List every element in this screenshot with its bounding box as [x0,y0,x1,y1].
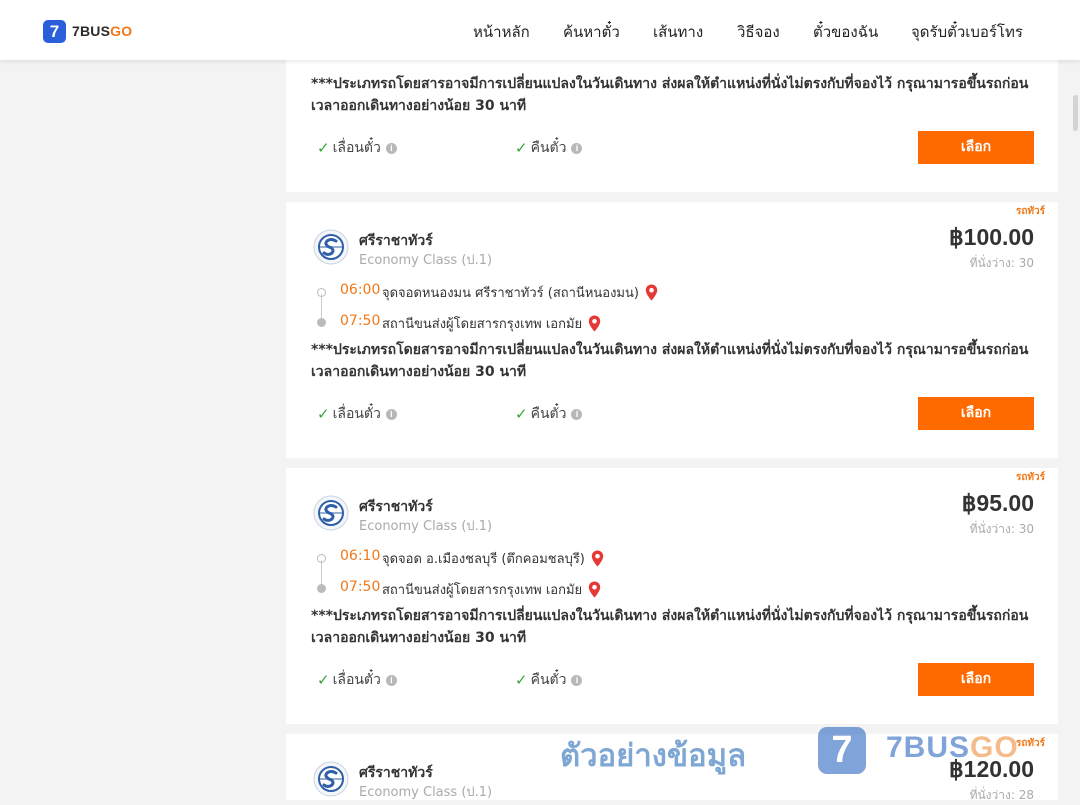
trip-note: ***ประเภทรถโดยสารอาจมีการเปลี่ยนแปลงในวั… [311,76,1029,114]
bus-class: Economy Class (ป.1) [359,785,493,800]
check-icon: ✓ [515,139,528,157]
arrival-dot [317,318,326,327]
info-icon[interactable]: i [571,674,583,686]
timeline-line [321,294,322,320]
departure-place-label: จุดจอด อ.เมืองชลบุรี (ตึกคอมชลบุรี) [382,552,585,567]
timeline-line [321,560,322,586]
departure-place-label: จุดจอดหนองมน ศรีราชาทัวร์ (สถานีหนองมน) [382,286,639,301]
info-icon[interactable]: i [385,674,397,686]
feature-refund-ticket: ✓ คืนตั๋ว i [515,669,583,691]
map-pin-icon[interactable] [645,284,658,301]
feature-label: เลื่อนตั๋ว [332,140,381,156]
feature-change-ticket: ✓ เลื่อนตั๋ว i [317,137,397,159]
logo-text: 7BUSGO [72,23,132,39]
check-icon: ✓ [515,671,528,689]
arrival-dot [317,584,326,593]
bus-class: Economy Class (ป.1) [359,519,493,534]
info-icon[interactable]: i [385,142,397,154]
feature-label: คืนตั๋ว [530,140,567,156]
trip-card: รถทัวร์ ศรีราชาทัวร์ Economy Class (ป.1)… [286,468,1058,724]
check-icon: ✓ [515,405,528,423]
operator-logo [313,495,349,531]
feature-refund-ticket: ✓ คืนตั๋ว i [515,403,583,425]
check-icon: ✓ [317,405,330,423]
info-icon[interactable]: i [571,408,583,420]
nav-routes[interactable]: เส้นทาง [653,20,703,42]
watermark-brand-part-1: 7BUS [886,731,971,764]
feature-label: คืนตั๋ว [530,672,567,688]
bus-type-tag: รถทัวร์ [1015,206,1045,217]
scrollbar-thumb[interactable] [1073,95,1078,131]
trip-price: ฿95.00 [961,490,1034,516]
logo-text-part-1: 7BUS [72,23,111,39]
map-pin-icon[interactable] [588,315,601,332]
trip-note: ***ประเภทรถโดยสารอาจมีการเปลี่ยนแปลงในวั… [311,608,1029,646]
seats-available: ที่นั่งว่าง: 28 [969,788,1034,802]
feature-change-ticket: ✓ เลื่อนตั๋ว i [317,403,397,425]
feature-refund-ticket: ✓ คืนตั๋ว i [515,137,583,159]
bus-type-tag: รถทัวร์ [1015,738,1045,749]
map-pin-icon[interactable] [591,550,604,567]
seats-available: ที่นั่งว่าง: 30 [969,522,1034,536]
feature-label: เลื่อนตั๋ว [332,406,381,422]
operator-logo [313,761,349,797]
nav-my-tickets[interactable]: ตั๋วของฉัน [813,20,878,42]
watermark-brand: 7BUSGO [886,731,1019,765]
arrival-place-label: สถานีขนส่งผู้โดยสารกรุงเทพ เอกมัย [382,583,583,598]
logo-mark: 7 [43,19,66,43]
operator-logo [313,229,349,265]
departure-time: 06:10 [340,548,381,564]
trip-note: ***ประเภทรถโดยสารอาจมีการเปลี่ยนแปลงในวั… [311,342,1029,380]
site-logo[interactable]: 7 7BUSGO [43,19,132,43]
seats-available: ที่นั่งว่าง: 30 [969,256,1034,270]
arrival-place[interactable]: สถานีขนส่งผู้โดยสารกรุงเทพ เอกมัย [382,579,601,600]
feature-change-ticket: ✓ เลื่อนตั๋ว i [317,669,397,691]
trip-card-partial: ***ประเภทรถโดยสารอาจมีการเปลี่ยนแปลงในวั… [286,40,1058,192]
trip-card: รถทัวร์ ศรีราชาทัวร์ Economy Class (ป.1)… [286,202,1058,458]
map-pin-icon[interactable] [588,581,601,598]
nav-ticket-pickup-phone[interactable]: จุดรับตั๋วเบอร์โทร [911,20,1023,42]
watermark-text: ตัวอย่างข้อมูล [560,738,747,774]
bus-type-tag: รถทัวร์ [1015,472,1045,483]
top-header: 7 7BUSGO หน้าหลัก ค้นหาตั๋ว เส้นทาง วิธี… [0,0,1080,60]
nav-home[interactable]: หน้าหลัก [473,20,530,42]
arrival-place[interactable]: สถานีขนส่งผู้โดยสารกรุงเทพ เอกมัย [382,313,601,334]
watermark-logo-mark: 7 [818,727,866,774]
feature-label: เลื่อนตั๋ว [332,672,381,688]
bus-class: Economy Class (ป.1) [359,253,493,268]
arrival-time: 07:50 [340,579,381,595]
departure-time: 06:00 [340,282,381,298]
select-trip-button[interactable]: เลือก [918,131,1034,164]
arrival-time: 07:50 [340,313,381,329]
select-trip-button[interactable]: เลือก [918,663,1034,696]
departure-place[interactable]: จุดจอดหนองมน ศรีราชาทัวร์ (สถานีหนองมน) [382,282,658,303]
trip-price: ฿100.00 [949,224,1034,250]
feature-label: คืนตั๋ว [530,406,567,422]
nav-search-tickets[interactable]: ค้นหาตั๋ว [563,20,620,42]
watermark-brand-part-2: GO [970,731,1019,764]
select-trip-button[interactable]: เลือก [918,397,1034,430]
check-icon: ✓ [317,671,330,689]
arrival-place-label: สถานีขนส่งผู้โดยสารกรุงเทพ เอกมัย [382,317,583,332]
check-icon: ✓ [317,139,330,157]
nav-how-to-book[interactable]: วิธีจอง [737,20,780,42]
logo-text-part-2: GO [110,23,133,39]
departure-place[interactable]: จุดจอด อ.เมืองชลบุรี (ตึกคอมชลบุรี) [382,548,604,569]
info-icon[interactable]: i [571,142,583,154]
info-icon[interactable]: i [385,408,397,420]
